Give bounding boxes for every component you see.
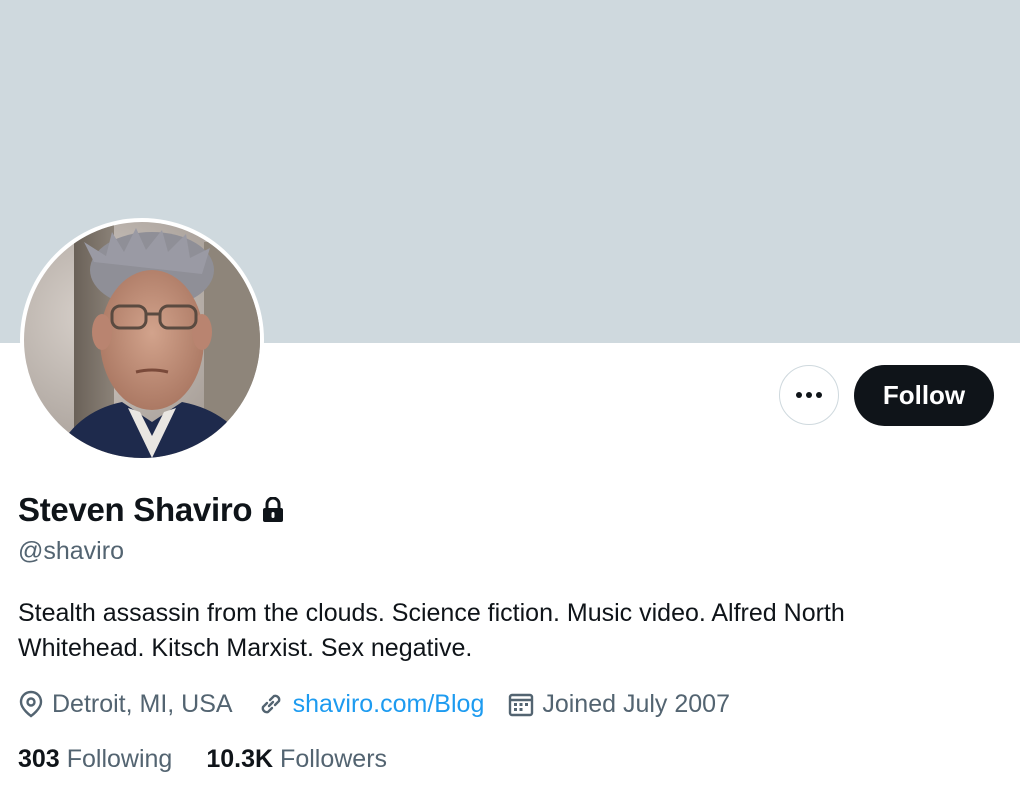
location-text: Detroit, MI, USA bbox=[52, 689, 233, 718]
scrollbar-gutter bbox=[1020, 0, 1024, 793]
profile-page: Follow Steven Shaviro @shaviro Stealth a… bbox=[0, 0, 1024, 793]
joined-item: Joined July 2007 bbox=[508, 690, 730, 719]
profile-meta: Detroit, MI, USA shaviro.com/Blog Joined… bbox=[18, 686, 754, 722]
link-icon bbox=[261, 694, 280, 714]
location-item: Detroit, MI, USA bbox=[18, 690, 233, 719]
profile-bio: Stealth assassin from the clouds. Scienc… bbox=[18, 599, 845, 662]
location-pin-icon bbox=[19, 690, 43, 718]
following-count: 303 bbox=[18, 744, 60, 773]
name-row: Steven Shaviro bbox=[18, 490, 284, 530]
followers-label: Followers bbox=[280, 744, 388, 773]
display-name: Steven Shaviro bbox=[18, 491, 253, 528]
website-item[interactable]: shaviro.com/Blog bbox=[257, 690, 485, 719]
follow-stats: 303 Following 10.3K Followers bbox=[18, 741, 421, 777]
follow-button[interactable]: Follow bbox=[854, 365, 994, 426]
website-link[interactable]: shaviro.com/Blog bbox=[293, 690, 485, 719]
followers-count: 10.3K bbox=[206, 744, 274, 773]
avatar[interactable] bbox=[20, 218, 264, 462]
more-options-icon bbox=[796, 392, 822, 398]
following-label: Following bbox=[66, 744, 173, 773]
followers-link[interactable]: 10.3K Followers bbox=[206, 745, 387, 774]
more-options-button[interactable] bbox=[779, 365, 839, 425]
profile-handle: @shaviro bbox=[18, 537, 124, 565]
joined-text: Joined July 2007 bbox=[542, 689, 730, 718]
lock-icon bbox=[262, 497, 284, 523]
following-link[interactable]: 303 Following bbox=[18, 745, 172, 774]
avatar-photo bbox=[24, 222, 260, 458]
calendar-icon bbox=[509, 693, 534, 717]
